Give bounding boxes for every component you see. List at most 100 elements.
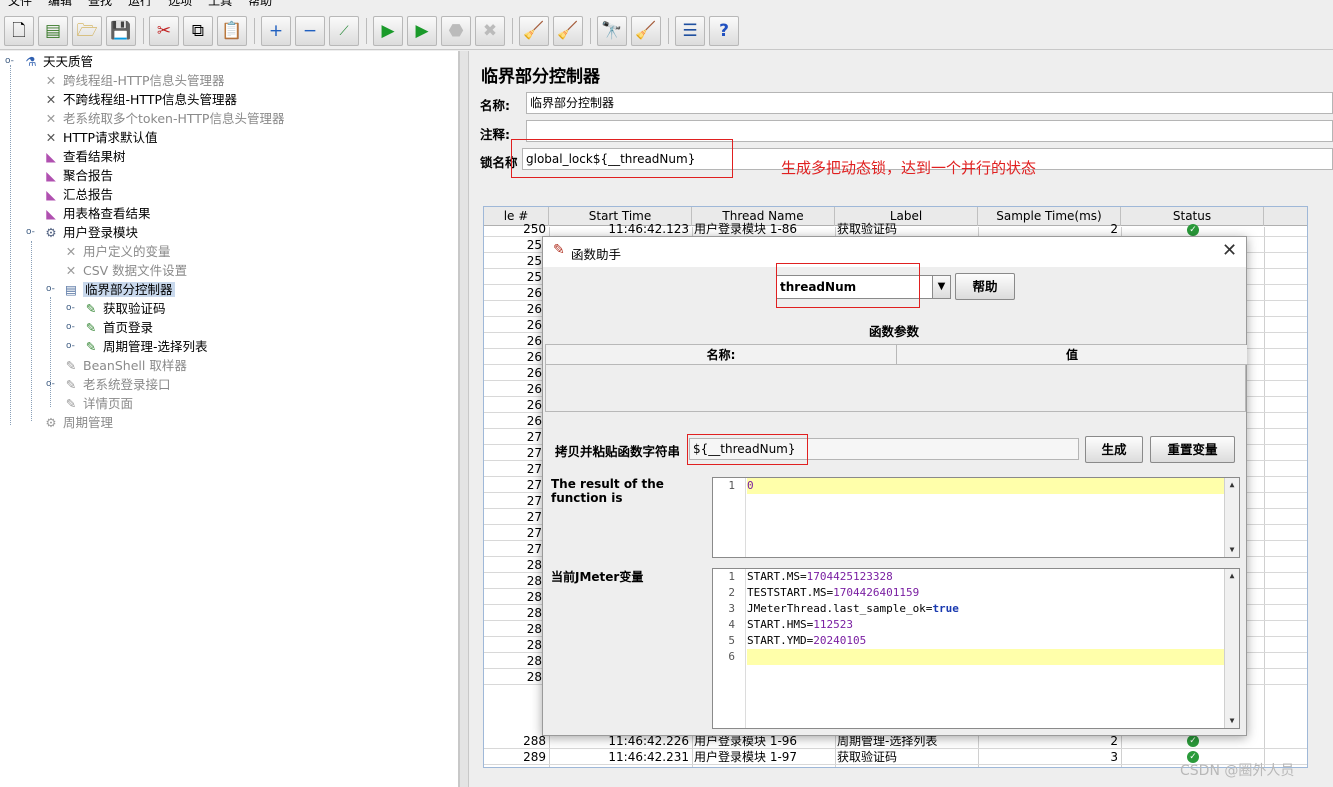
split-divider[interactable] [459,51,469,787]
highlight-box [511,139,733,178]
tree-node[interactable]: ⚙ 用户登录模块 [42,223,138,242]
save-icon[interactable]: 💾 [106,16,136,46]
function-helper-dialog: ✎ 函数助手 ✕ threadNum ▼ 帮助 函数参数 名称: 值 拷贝并粘贴… [542,236,1247,736]
variable-value: 1704426401159 [833,586,920,599]
new-icon[interactable]: 🗋 [4,16,34,46]
tree-node[interactable]: ✕ CSV 数据文件设置 [62,261,187,280]
cell-num: 28 [526,654,542,668]
variable-value: 1704425123328 [806,570,893,583]
close-icon[interactable]: ✕ [1222,240,1237,261]
wrench-icon: ✕ [45,111,57,126]
tree-node[interactable]: ✎ 老系统登录接口 [62,375,171,394]
tree-node-label: CSV 数据文件设置 [83,263,188,278]
cut-icon[interactable]: ✂ [149,16,179,46]
tree-node[interactable]: ✎ 首页登录 [82,318,153,337]
comment-label: 注释: [480,127,510,142]
tree-node[interactable]: ✎ 详情页面 [62,394,133,413]
code-line: TESTSTART.MS=1704426401159 [747,585,919,601]
tree-node-label: 老系统登录接口 [83,377,171,392]
annotation-text: 生成多把动态锁，达到一个并行的状态 [781,159,1037,177]
cell-thread: 用户登录模块 1-97 [694,750,798,764]
paste-icon[interactable]: 📋 [217,16,247,46]
tree-node[interactable]: ✎ BeanShell 取样器 [62,356,187,375]
tree-node-label: 周期管理 [63,415,114,430]
tree-node[interactable]: ▤ 临界部分控制器 [62,280,175,299]
tree-node[interactable]: ✕ 老系统取多个token-HTTP信息头管理器 [42,109,285,128]
tree-node-label: 详情页面 [83,396,134,411]
tree-node[interactable]: ◣ 查看结果树 [42,147,125,166]
expand-handle[interactable]: o- [26,227,35,237]
function-helper-icon[interactable]: ☰ [675,16,705,46]
generate-button[interactable]: 生成 [1085,436,1143,463]
stop-icon[interactable]: ⬣ [441,16,471,46]
cell-num: 28 [526,590,542,604]
copy-icon[interactable]: ⧉ [183,16,213,46]
chevron-down-icon[interactable]: ▼ [932,276,950,298]
expand-handle[interactable]: o- [66,322,75,332]
code-line: START.YMD=20240105 [747,633,866,649]
tree-node-label: 周期管理-选择列表 [103,339,208,354]
tree-node[interactable]: ◣ 聚合报告 [42,166,113,185]
search-icon[interactable]: 🔭 [597,16,627,46]
params-title: 函数参数 [869,324,920,339]
expand-handle[interactable]: o- [66,341,75,351]
controller-icon: ▤ [65,282,77,297]
cell-num: 27 [526,462,542,476]
variable-key: START.YMD= [747,634,814,647]
table-row[interactable]: 250 11:46:42.123 用户登录模块 1-86 获取验证码 2 ✓ [484,221,1307,237]
templates-icon[interactable]: ▤ [38,16,68,46]
tree-node[interactable]: ◣ 用表格查看结果 [42,204,150,223]
dialog-title: 函数助手 [571,247,622,262]
tree-node[interactable]: ✕ 不跨线程组-HTTP信息头管理器 [42,90,237,109]
jmeter-vars-editor[interactable]: 1 START.MS=1704425123328 2 TESTSTART.MS=170… [712,568,1240,729]
expand-icon[interactable]: + [261,16,291,46]
toggle-icon[interactable]: ⟋ [329,16,359,46]
cell-num: 25 [526,238,542,252]
shutdown-icon[interactable]: ✖ [475,16,505,46]
help-icon[interactable]: ? [709,16,739,46]
clear-icon[interactable]: 🧹 [519,16,549,46]
expand-handle[interactable]: o- [46,284,55,294]
reset-search-icon[interactable]: 🧹 [631,16,661,46]
expand-handle[interactable]: o- [66,303,75,313]
vertical-scrollbar[interactable]: ▲ ▼ [1224,569,1239,728]
arrow-down-icon[interactable]: ▼ [1225,543,1239,557]
clear-all-icon[interactable]: 🧹 [553,16,583,46]
name-field[interactable]: 临界部分控制器 [526,92,1333,114]
cell-num: 27 [526,446,542,460]
expand-handle[interactable]: o- [46,379,55,389]
watermark: CSDN @圈外人员 [1180,763,1295,779]
tree-node[interactable]: ✕ HTTP请求默认值 [42,128,158,147]
expand-handle[interactable]: o- [5,56,14,66]
start-no-pauses-icon[interactable]: ▶ [407,16,437,46]
tree-node[interactable]: ⚙ 周期管理 [42,413,113,432]
tree-node[interactable]: ◣ 汇总报告 [42,185,113,204]
tree-node[interactable]: ✎ 周期管理-选择列表 [82,337,208,356]
tree-node[interactable]: ⚗ 天天质管 [22,52,93,71]
tree-node-label: 跨线程组-HTTP信息头管理器 [63,73,225,88]
name-label: 名称: [480,98,510,113]
arrow-up-icon[interactable]: ▲ [1225,478,1239,492]
column-header[interactable]: 值 [897,345,1247,365]
collapse-icon[interactable]: − [295,16,325,46]
cell-num: 27 [526,430,542,444]
result-editor[interactable]: 1 0 ▲ ▼ [712,477,1240,558]
code-line: START.HMS=112523 [747,617,853,633]
help-button[interactable]: 帮助 [955,273,1015,300]
column-header[interactable]: 名称: [546,345,897,365]
start-icon[interactable]: ▶ [373,16,403,46]
cell-num: 26 [526,334,542,348]
arrow-up-icon[interactable]: ▲ [1225,569,1239,583]
vertical-scrollbar[interactable]: ▲ ▼ [1224,478,1239,557]
tree-node[interactable]: ✎ 获取验证码 [82,299,166,318]
arrow-down-icon[interactable]: ▼ [1225,714,1239,728]
tree-node[interactable]: ✕ 用户定义的变量 [62,242,171,261]
tree-node-label: 不跨线程组-HTTP信息头管理器 [63,92,237,107]
sampler-icon: ✎ [85,320,97,335]
highlight-box [687,434,808,465]
reset-variables-button[interactable]: 重置变量 [1150,436,1235,463]
cell-num: 25 [526,270,542,284]
tree-node-label: 用户登录模块 [63,225,139,240]
tree-node[interactable]: ✕ 跨线程组-HTTP信息头管理器 [42,71,225,90]
open-icon[interactable]: 🗁 [72,16,102,46]
